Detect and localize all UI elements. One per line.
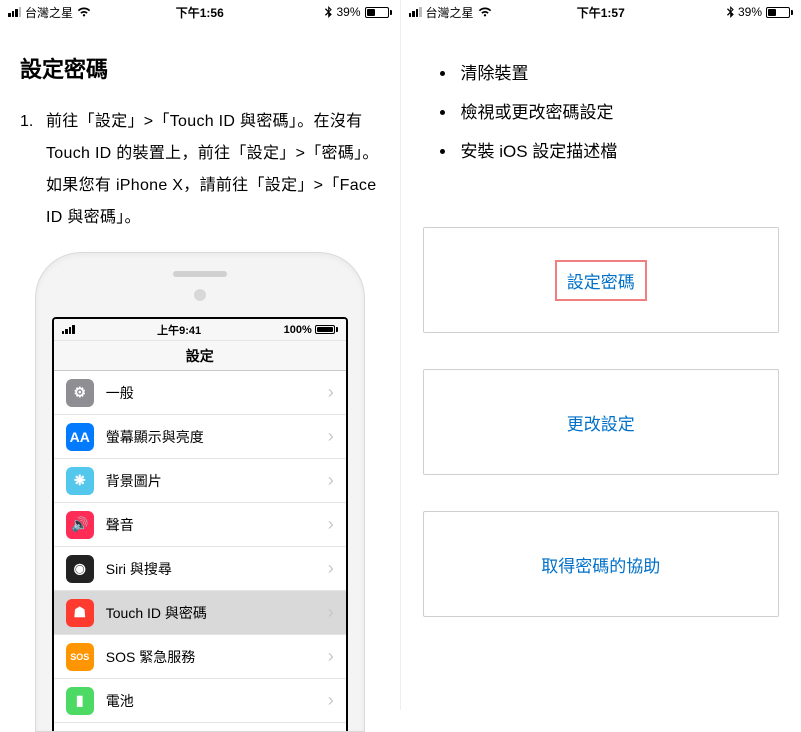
instruction-text: 前往「設定」>「Touch ID 與密碼」。在沒有 Touch ID 的裝置上，… [46, 106, 380, 234]
status-bar-right: 台灣之星 下午1:57 39% [401, 0, 801, 24]
bullet-item: 檢視或更改密碼設定 [457, 93, 801, 132]
status-bar-left: 台灣之星 下午1:56 39% [0, 0, 400, 24]
row-icon: AA [66, 423, 94, 451]
signal-icon [8, 7, 21, 17]
signal-icon [62, 325, 75, 334]
settings-row[interactable]: ☗ Touch ID 與密碼 › [54, 591, 346, 635]
action-buttons: 設定密碼更改設定取得密碼的協助 [401, 171, 801, 617]
phone-nav-title: 設定 [54, 341, 346, 371]
phone-screen: 上午9:41 100% 設定 ⚙一般›AA螢幕顯示與亮度›❋背景圖片›🔊聲音›◉… [52, 317, 348, 731]
wifi-icon [478, 7, 492, 17]
chevron-right-icon: › [328, 602, 334, 623]
row-icon: SOS [66, 643, 94, 671]
row-icon: ▮ [66, 687, 94, 715]
status-time: 下午1:56 [176, 4, 224, 21]
chevron-right-icon: › [328, 382, 334, 403]
battery-pct-label: 39% [336, 5, 360, 19]
row-icon: ⚙ [66, 379, 94, 407]
row-label: SOS 緊急服務 [106, 647, 316, 667]
row-label: 一般 [106, 383, 316, 403]
row-icon: ☗ [66, 599, 94, 627]
chevron-right-icon: › [328, 426, 334, 447]
phone-mockup: 上午9:41 100% 設定 ⚙一般›AA螢幕顯示與亮度›❋背景圖片›🔊聲音›◉… [35, 252, 365, 732]
phone-status-bar: 上午9:41 100% [54, 319, 346, 341]
row-label: 螢幕顯示與亮度 [106, 427, 316, 447]
bluetooth-icon [325, 6, 332, 18]
settings-row[interactable]: ❋ 背景圖片 › [54, 459, 346, 503]
settings-row[interactable]: ▮ 電池 › [54, 679, 346, 723]
row-label: Touch ID 與密碼 [106, 603, 316, 623]
chevron-right-icon: › [328, 558, 334, 579]
row-label: 聲音 [106, 515, 316, 535]
chevron-right-icon: › [328, 690, 334, 711]
settings-list: ⚙ 一般 › AA 螢幕顯示與亮度 › ❋ 背景圖片 › 🔊 聲音 › ◉ Siri 與搜尋 › ☗ Touch… [54, 371, 346, 731]
bullet-item: 清除裝置 [457, 54, 801, 93]
settings-row[interactable]: AA 螢幕顯示與亮度 › [54, 415, 346, 459]
settings-row[interactable]: 🔊 聲音 › [54, 503, 346, 547]
settings-row[interactable]: ⚙ 一般 › [54, 371, 346, 415]
row-label: 電池 [106, 691, 316, 711]
settings-row[interactable]: SOS SOS 緊急服務 › [54, 635, 346, 679]
row-icon: ◉ [66, 555, 94, 583]
row-icon: 🔊 [66, 511, 94, 539]
status-time: 下午1:57 [577, 4, 625, 21]
carrier-label: 台灣之星 [426, 4, 474, 21]
battery-icon [766, 7, 793, 18]
phone-status-time: 上午9:41 [157, 322, 201, 338]
action-button[interactable]: 取得密碼的協助 [423, 511, 780, 617]
row-icon: ❋ [66, 467, 94, 495]
battery-icon [365, 7, 392, 18]
wifi-icon [77, 7, 91, 17]
action-button-label: 取得密碼的協助 [541, 552, 660, 577]
bullet-list: 清除裝置檢視或更改密碼設定安裝 iOS 設定描述檔 [401, 54, 801, 171]
chevron-right-icon: › [328, 646, 334, 667]
chevron-right-icon: › [328, 514, 334, 535]
action-button-label: 設定密碼 [555, 260, 647, 301]
settings-row[interactable]: ✋隱私權› [54, 723, 346, 731]
phone-battery-pct: 100% [284, 324, 312, 336]
action-button-label: 更改設定 [567, 410, 635, 435]
action-button[interactable]: 更改設定 [423, 369, 780, 475]
action-button[interactable]: 設定密碼 [423, 227, 780, 333]
instruction-number: 1. [20, 106, 46, 234]
bluetooth-icon [727, 6, 734, 18]
bullet-item: 安裝 iOS 設定描述檔 [457, 132, 801, 171]
signal-icon [409, 7, 422, 17]
battery-icon [315, 325, 338, 334]
row-label: Siri 與搜尋 [106, 559, 316, 579]
chevron-right-icon: › [328, 470, 334, 491]
page-title: 設定密碼 [20, 52, 400, 84]
instruction-item: 1. 前往「設定」>「Touch ID 與密碼」。在沒有 Touch ID 的裝… [0, 106, 400, 234]
row-label: 背景圖片 [106, 471, 316, 491]
settings-row[interactable]: ◉ Siri 與搜尋 › [54, 547, 346, 591]
battery-pct-label: 39% [738, 5, 762, 19]
row-icon: ✋ [66, 731, 94, 732]
carrier-label: 台灣之星 [25, 4, 73, 21]
